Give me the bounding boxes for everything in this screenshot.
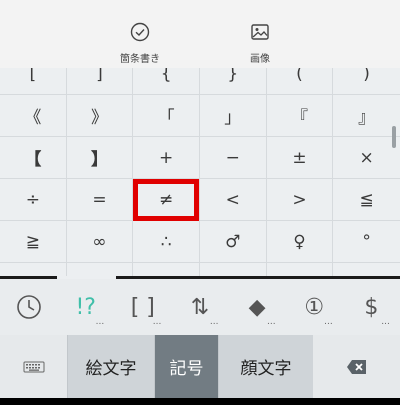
symbol-key[interactable]: }	[199, 68, 267, 95]
symbol-grid: []{}()《》「」『』【】+−±×÷=≠<>≦≧∞∴♂♀°'"℃¥$¢	[0, 68, 400, 278]
keyboard-bottom-bar: 絵文字 記号 顔文字	[0, 335, 400, 398]
symbol-key[interactable]: 【	[0, 137, 67, 179]
symbol-key[interactable]: −	[199, 137, 267, 179]
symbol-row: ÷ = ≠ < > ≦	[0, 179, 400, 221]
symbol-row: 【】 + − ± ×	[0, 137, 400, 179]
symbol-key[interactable]: °	[333, 221, 400, 263]
more-indicator: ...	[152, 317, 162, 327]
symbol-key[interactable]: 「	[133, 95, 200, 137]
category-history[interactable]	[0, 279, 57, 335]
backspace-button[interactable]	[313, 335, 400, 398]
symbol-row: ≧ ∞ ∴ ♂ ♀ °	[0, 221, 400, 263]
image-icon	[251, 24, 269, 40]
category-brackets[interactable]: [ ]...	[114, 279, 171, 335]
more-indicator: ...	[267, 317, 276, 327]
category-symbol: ◆	[248, 294, 266, 320]
symbol-key[interactable]: 『	[266, 95, 334, 137]
symbol-key[interactable]: 《	[0, 95, 67, 137]
symbol-key[interactable]: )	[333, 68, 400, 95]
backspace-icon	[346, 359, 366, 374]
tab-symbols[interactable]: 記号	[154, 335, 218, 398]
category-punctuation[interactable]: !?...	[57, 279, 114, 335]
symbol-key[interactable]: ]	[66, 68, 134, 95]
category-symbol: $	[364, 294, 379, 320]
keyboard-switch-button[interactable]	[0, 335, 67, 398]
symbol-key[interactable]: 」	[199, 95, 267, 137]
tab-emoji[interactable]: 絵文字	[67, 335, 154, 398]
category-shapes[interactable]: ◆...	[229, 279, 286, 335]
symbol-key[interactable]: ♀	[266, 221, 334, 263]
symbol-key[interactable]: <	[199, 179, 267, 221]
clock-icon	[16, 295, 41, 319]
symbol-key[interactable]: {	[133, 68, 200, 95]
symbol-key[interactable]: (	[266, 68, 334, 95]
tab-kaomoji[interactable]: 顔文字	[218, 335, 313, 398]
symbol-key[interactable]: ≠	[133, 179, 200, 221]
category-symbol: ⇅	[190, 294, 210, 320]
symbol-key[interactable]: >	[266, 179, 334, 221]
system-nav-strip	[0, 398, 400, 405]
symbol-key[interactable]: ♂	[199, 221, 267, 263]
bullet-list-label: 箇条書き	[120, 54, 160, 65]
symbol-key[interactable]: 】	[66, 137, 134, 179]
symbol-key[interactable]: [	[0, 68, 67, 95]
more-indicator: ...	[381, 317, 390, 327]
symbol-row: 《》「」『』	[0, 95, 400, 137]
symbol-category-bar: !?...[ ]... ⇅... ◆... ①... $...	[0, 279, 400, 335]
category-symbol: [ ]	[130, 294, 155, 320]
category-symbol: ①	[304, 294, 325, 320]
symbol-key[interactable]: ≦	[333, 179, 400, 221]
symbol-key[interactable]: ≧	[0, 221, 67, 263]
symbol-key[interactable]: ×	[333, 137, 400, 179]
symbol-row: []{}()	[0, 68, 400, 95]
symbol-key[interactable]: 』	[333, 95, 400, 137]
category-symbol: !?	[75, 294, 96, 320]
symbol-key[interactable]: +	[133, 137, 200, 179]
category-numbers[interactable]: ①...	[286, 279, 343, 335]
more-indicator: ...	[95, 317, 105, 327]
image-button[interactable]: 画像	[205, 0, 315, 68]
symbol-key[interactable]: =	[66, 179, 134, 221]
check-circle-icon	[130, 22, 150, 42]
category-arrows[interactable]: ⇅...	[171, 279, 228, 335]
image-label: 画像	[250, 54, 270, 65]
bullet-list-button[interactable]: 箇条書き	[85, 0, 195, 68]
symbol-key[interactable]: ±	[266, 137, 334, 179]
symbol-key[interactable]: ∞	[66, 221, 134, 263]
symbol-key[interactable]: 》	[66, 95, 134, 137]
category-currency[interactable]: $...	[343, 279, 400, 335]
symbol-key[interactable]: ∴	[133, 221, 200, 263]
keyboard-icon	[23, 361, 44, 372]
more-indicator: ...	[209, 317, 219, 327]
grid-scrollbar[interactable]	[392, 126, 396, 148]
more-indicator: ...	[324, 317, 333, 327]
keyboard-toolbar: 箇条書き 画像	[0, 0, 400, 68]
symbol-key[interactable]: ÷	[0, 179, 67, 221]
